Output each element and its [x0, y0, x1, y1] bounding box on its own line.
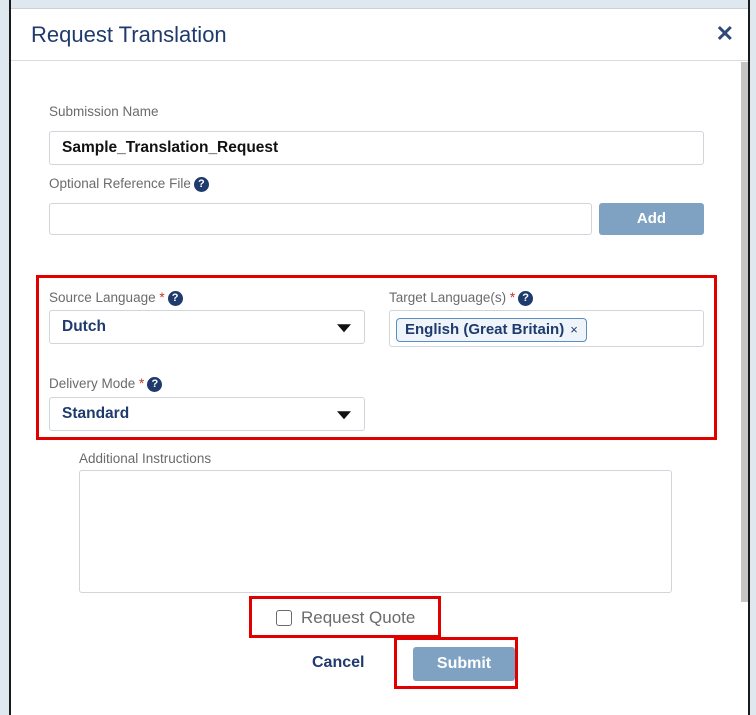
- target-languages-label-text: Target Language(s): [389, 290, 507, 305]
- delivery-mode-select[interactable]: Standard: [49, 397, 365, 431]
- instructions-label: Additional Instructions: [79, 451, 212, 466]
- chevron-down-icon: [337, 411, 351, 420]
- target-languages-field[interactable]: English (Great Britain) ×: [389, 310, 704, 347]
- reference-file-label: Optional Reference File?: [49, 176, 209, 192]
- submission-name-label: Submission Name: [49, 104, 159, 119]
- close-icon[interactable]: ✕: [716, 21, 734, 47]
- request-translation-dialog: Request Translation ✕ Submission Name Sa…: [9, 0, 750, 715]
- delivery-mode-label: Delivery Mode *?: [49, 376, 163, 392]
- add-button[interactable]: Add: [599, 203, 704, 235]
- cancel-button[interactable]: Cancel: [312, 654, 364, 672]
- delivery-mode-label-text: Delivery Mode: [49, 376, 136, 391]
- dialog-header: Request Translation ✕: [11, 8, 748, 61]
- submission-name-value: Sample_Translation_Request: [62, 139, 279, 156]
- source-language-label-text: Source Language: [49, 290, 156, 305]
- reference-file-field[interactable]: [49, 203, 592, 235]
- instructions-textarea[interactable]: [79, 470, 672, 593]
- help-icon[interactable]: ?: [147, 377, 163, 392]
- language-tag-label: English (Great Britain): [405, 321, 565, 338]
- language-tag: English (Great Britain) ×: [396, 318, 587, 342]
- required-mark: *: [159, 290, 165, 305]
- delivery-mode-value: Standard: [62, 405, 130, 422]
- required-mark: *: [509, 290, 516, 305]
- required-mark: *: [139, 376, 145, 391]
- request-quote-label[interactable]: Request Quote: [301, 608, 415, 628]
- request-quote-checkbox[interactable]: [276, 610, 292, 626]
- help-icon[interactable]: ?: [518, 291, 534, 306]
- help-icon[interactable]: ?: [193, 177, 209, 192]
- chevron-down-icon: [337, 324, 351, 333]
- target-languages-label: Target Language(s) *?: [389, 290, 534, 306]
- scrollbar[interactable]: [741, 62, 748, 602]
- source-language-label: Source Language *?: [49, 290, 183, 306]
- submit-button[interactable]: Submit: [413, 647, 515, 681]
- source-language-value: Dutch: [62, 318, 106, 335]
- submission-name-field[interactable]: Sample_Translation_Request: [49, 131, 704, 165]
- help-icon[interactable]: ?: [167, 291, 183, 306]
- reference-file-label-text: Optional Reference File: [49, 176, 191, 191]
- source-language-select[interactable]: Dutch: [49, 310, 365, 344]
- remove-tag-icon[interactable]: ×: [570, 322, 578, 337]
- dialog-title: Request Translation: [31, 22, 227, 47]
